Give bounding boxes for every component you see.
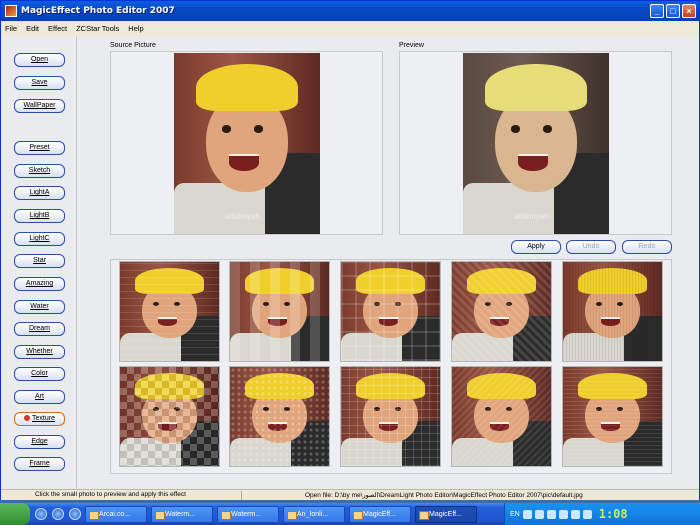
source-photo: alfahriyah bbox=[174, 53, 320, 234]
effect-button-label: Preset bbox=[29, 144, 50, 151]
effect-thumbnail[interactable] bbox=[562, 366, 663, 467]
watermark-text: alfahriyah bbox=[514, 212, 549, 222]
taskbar-button[interactable]: Waterm... bbox=[217, 505, 279, 523]
effect-button-texture[interactable]: Texture bbox=[14, 412, 65, 426]
effect-button-lightb[interactable]: LightB bbox=[14, 209, 65, 223]
effect-button-sketch[interactable]: Sketch bbox=[14, 164, 65, 178]
effect-button-label: LightB bbox=[29, 212, 50, 219]
effect-button-edge[interactable]: Edge bbox=[14, 435, 65, 449]
effect-button-star[interactable]: Star bbox=[14, 254, 65, 268]
preview-photo: alfahriyah bbox=[463, 53, 609, 234]
effect-thumbnail[interactable] bbox=[229, 366, 330, 467]
tray-icon[interactable] bbox=[582, 509, 592, 519]
source-picture-pane: alfahriyah bbox=[110, 51, 383, 235]
quicklaunch-firefox-icon[interactable] bbox=[69, 508, 81, 520]
effect-button-label: Color bbox=[31, 370, 48, 377]
close-button[interactable]: × bbox=[682, 4, 696, 18]
effect-button-label: WallPaper bbox=[23, 102, 56, 109]
preview-pane: alfahriyah bbox=[399, 51, 672, 235]
taskbar: Arcai.co... Waterm... Waterm... An_Ionli...… bbox=[0, 503, 700, 525]
effect-button-dream[interactable]: Dream bbox=[14, 322, 65, 336]
effect-button-open[interactable]: Open bbox=[14, 53, 65, 67]
tray-icon[interactable] bbox=[522, 509, 532, 519]
system-tray: EN 1:08 bbox=[504, 503, 700, 525]
taskbar-button[interactable]: Waterm... bbox=[151, 505, 213, 523]
menu-effect[interactable]: Effect bbox=[48, 24, 67, 33]
tray-icon[interactable] bbox=[558, 509, 568, 519]
effect-button-whether[interactable]: Whether bbox=[14, 345, 65, 359]
effect-button-label: Open bbox=[30, 56, 49, 63]
effects-panel: Open Save WallPaper Preset Sketch LightA Light… bbox=[1, 36, 77, 488]
effect-button-label: LightA bbox=[29, 189, 50, 196]
status-hint: Click the small photo to preview and app… bbox=[35, 491, 186, 498]
source-picture-label: Source Picture bbox=[110, 42, 156, 49]
menu-zcstar-tools[interactable]: ZCStar Tools bbox=[76, 24, 119, 33]
effect-button-label: Sketch bbox=[28, 167, 51, 174]
start-button[interactable] bbox=[0, 503, 30, 525]
effect-button-label: Water bbox=[30, 303, 49, 310]
menu-edit[interactable]: Edit bbox=[26, 24, 39, 33]
minimize-button[interactable]: _ bbox=[650, 4, 664, 18]
effect-button-label: Edge bbox=[31, 438, 48, 445]
effect-button-water[interactable]: Water bbox=[14, 300, 65, 314]
menu-bar: File Edit Effect ZCStar Tools Help bbox=[1, 21, 699, 35]
effect-button-label: Save bbox=[31, 79, 48, 86]
app-window: MagicEffect Photo Editor 2007 _ □ × File… bbox=[0, 0, 700, 500]
effect-thumbnail[interactable] bbox=[340, 261, 441, 362]
taskbar-button[interactable]: Arcai.co... bbox=[85, 505, 147, 523]
quicklaunch-ie-icon[interactable] bbox=[35, 508, 47, 520]
watermark-text: alfahriyah bbox=[225, 212, 260, 222]
title-bar[interactable]: MagicEffect Photo Editor 2007 _ □ × bbox=[1, 1, 699, 21]
undo-button[interactable]: Undo bbox=[566, 240, 616, 254]
effect-button-label: Dream bbox=[28, 325, 50, 332]
effect-thumbnail[interactable] bbox=[451, 366, 552, 467]
effect-button-save[interactable]: Save bbox=[14, 76, 65, 90]
taskbar-button[interactable]: MagicEff... bbox=[349, 505, 411, 523]
language-indicator[interactable]: EN bbox=[510, 511, 520, 518]
effect-thumbnail[interactable] bbox=[562, 261, 663, 362]
effect-thumbnail[interactable] bbox=[340, 366, 441, 467]
tray-icon[interactable] bbox=[570, 509, 580, 519]
effect-button-label: Texture bbox=[32, 415, 55, 422]
effect-thumbnail[interactable] bbox=[119, 366, 220, 467]
effect-button-label: Amazing bbox=[25, 280, 54, 287]
effect-thumbnail-grid bbox=[110, 259, 672, 474]
preview-label: Preview bbox=[399, 42, 424, 49]
quicklaunch-desktop-icon[interactable] bbox=[52, 508, 64, 520]
effect-button-label: Art bbox=[35, 393, 44, 400]
effect-button-art[interactable]: Art bbox=[14, 390, 65, 404]
effect-button-label: LightC bbox=[29, 235, 50, 242]
effect-button-color[interactable]: Color bbox=[14, 367, 65, 381]
effect-button-frame[interactable]: Frame bbox=[14, 457, 65, 471]
app-icon bbox=[5, 5, 17, 17]
effect-button-preset[interactable]: Preset bbox=[14, 141, 65, 155]
effect-button-wallpaper[interactable]: WallPaper bbox=[14, 99, 65, 113]
taskbar-button[interactable]: An_Ionli... bbox=[283, 505, 345, 523]
status-file-path: Open file: D:\by me\الصور\DreamLight Pho… bbox=[305, 492, 583, 499]
window-title: MagicEffect Photo Editor 2007 bbox=[21, 6, 175, 16]
taskbar-button[interactable]: MagicEff... bbox=[415, 505, 477, 523]
effect-button-label: Frame bbox=[29, 460, 50, 467]
status-bar: Click the small photo to preview and app… bbox=[1, 489, 699, 500]
effect-thumbnail[interactable] bbox=[451, 261, 552, 362]
effect-thumbnail[interactable] bbox=[119, 261, 220, 362]
effect-button-amazing[interactable]: Amazing bbox=[14, 277, 65, 291]
apply-button[interactable]: Apply bbox=[511, 240, 561, 254]
menu-file[interactable]: File bbox=[5, 24, 17, 33]
clock: 1:08 bbox=[598, 507, 628, 521]
effect-button-label: Star bbox=[33, 257, 46, 264]
maximize-button[interactable]: □ bbox=[666, 4, 680, 18]
tray-icon[interactable] bbox=[546, 509, 556, 519]
tray-icon[interactable] bbox=[534, 509, 544, 519]
menu-help[interactable]: Help bbox=[128, 24, 143, 33]
effect-thumbnail[interactable] bbox=[229, 261, 330, 362]
client-area: Open Save WallPaper Preset Sketch LightA Light… bbox=[1, 36, 699, 488]
effect-button-lighta[interactable]: LightA bbox=[14, 186, 65, 200]
effect-button-lightc[interactable]: LightC bbox=[14, 232, 65, 246]
redo-button[interactable]: Redo bbox=[622, 240, 672, 254]
effect-button-label: Whether bbox=[26, 348, 53, 355]
active-indicator-icon bbox=[24, 415, 31, 422]
